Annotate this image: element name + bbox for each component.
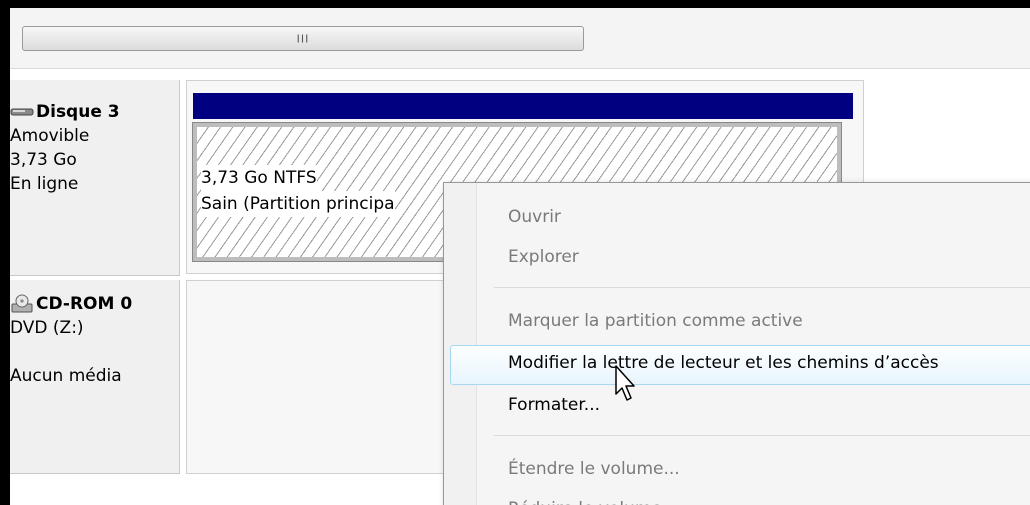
partition-size-fs: 3,73 Go NTFS (201, 165, 317, 191)
menu-item-mark-active[interactable]: Marquer la partition comme active (508, 309, 803, 333)
menu-item-open[interactable]: Ouvrir (508, 205, 561, 229)
menu-icon-column (444, 183, 477, 505)
cd-rom-0-label[interactable]: CD-ROM 0 DVD (Z:) Aucun média (10, 280, 180, 474)
disk-3-status: En ligne (10, 174, 79, 194)
menu-item-extend-volume[interactable]: Étendre le volume... (508, 457, 680, 481)
cd-rom-0-status: Aucun média (10, 366, 122, 386)
disk-3-type: Amovible (10, 126, 90, 146)
scrollbar-thumb[interactable]: III (22, 26, 584, 51)
cd-rom-0-spacer (10, 340, 179, 364)
cd-rom-0-name: CD-ROM 0 (36, 294, 133, 314)
disk-3-name: Disque 3 (36, 102, 120, 122)
disk-3-label[interactable]: Disque 3 Amovible 3,73 Go En ligne (10, 80, 180, 276)
menu-separator (494, 435, 1030, 436)
cd-rom-0-type: DVD (Z:) (10, 318, 84, 338)
scrollbar-grip: III (296, 32, 310, 45)
menu-item-explore[interactable]: Explorer (508, 245, 579, 269)
partition-status: Sain (Partition principa (201, 191, 395, 217)
menu-item-shrink-volume[interactable]: Réduire le volume... (508, 497, 678, 505)
cd-rom-icon (11, 294, 33, 313)
menu-item-change-drive-letter[interactable]: Modifier la lettre de lecteur et les che… (508, 351, 939, 375)
disk-management-window: III Disque 3 Amovible 3,73 Go En ligne 3… (10, 8, 1030, 505)
context-menu: Ouvrir Explorer Marquer la partition com… (443, 182, 1030, 505)
volume-header-bar (193, 93, 853, 119)
disk-3-size: 3,73 Go (10, 150, 77, 170)
horizontal-scrollbar[interactable]: III (10, 8, 1030, 69)
window-frame-top (0, 0, 1030, 8)
window-frame-left (0, 0, 10, 505)
removable-disk-icon (10, 108, 34, 116)
cd-rom-0-title: CD-ROM 0 (10, 292, 179, 316)
disk-3-title: Disque 3 (10, 100, 179, 124)
menu-item-format[interactable]: Formater... (508, 393, 600, 417)
menu-separator (494, 287, 1030, 288)
